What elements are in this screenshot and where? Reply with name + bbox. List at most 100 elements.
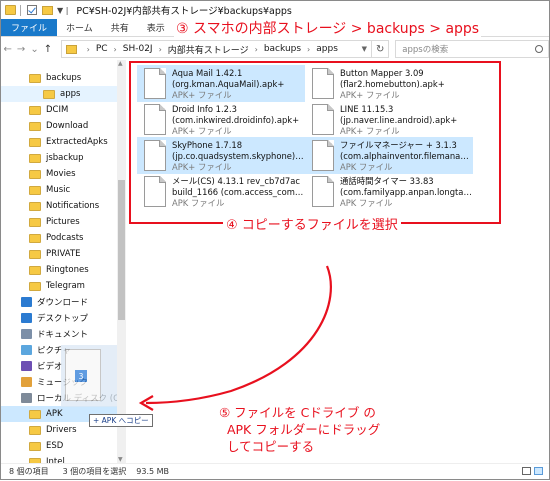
sidebar-item-podcasts[interactable]: Podcasts xyxy=(1,230,117,246)
sidebar-item-label: Ringtones xyxy=(46,265,89,275)
folder-icon xyxy=(29,425,41,435)
chevron-right-icon[interactable]: › xyxy=(87,45,90,54)
desktop-icon xyxy=(21,313,32,323)
sidebar-item-intel[interactable]: Intel xyxy=(1,454,117,463)
sidebar-item-download[interactable]: Download xyxy=(1,118,117,134)
sidebar-item-label: Notifications xyxy=(46,201,100,211)
window-title: PC¥SH-02J¥内部共有ストレージ¥backups¥apps xyxy=(76,6,292,17)
sidebar-item-movies[interactable]: Movies xyxy=(1,166,117,182)
address-bar[interactable]: › PC › SH-02J › 内部共有ストレージ › backups › ap… xyxy=(60,40,373,58)
search-placeholder: appsの検索 xyxy=(402,45,449,55)
chevron-right-icon[interactable]: › xyxy=(255,45,258,54)
view-buttons xyxy=(522,467,543,475)
up-arrow-icon[interactable]: ↑ xyxy=(41,44,54,55)
forward-arrow-icon[interactable]: → xyxy=(14,44,27,55)
crumb-backups[interactable]: backups xyxy=(264,44,301,54)
quick-access-dropdown[interactable]: ▼ | xyxy=(57,6,68,15)
tab-file[interactable]: ファイル xyxy=(1,19,58,36)
sidebar-item-label: APK xyxy=(46,409,63,419)
sidebar-item-label: Download xyxy=(46,121,89,131)
chevron-right-icon[interactable]: › xyxy=(159,45,162,54)
sidebar-item-extractedapks[interactable]: ExtractedApks xyxy=(1,134,117,150)
address-row: ← → ⌄ ↑ › PC › SH-02J › 内部共有ストレージ › back… xyxy=(1,38,550,60)
drag-tooltip: + APK へコピー xyxy=(89,414,153,427)
video-icon xyxy=(21,361,32,371)
recent-dropdown-icon[interactable]: ⌄ xyxy=(28,44,41,55)
sidebar-item-label: Music xyxy=(46,185,71,195)
folder-icon xyxy=(29,185,41,195)
title-bar: ▼ | PC¥SH-02J¥内部共有ストレージ¥backups¥apps xyxy=(1,1,549,19)
scroll-thumb[interactable] xyxy=(118,180,125,320)
sidebar-item-pictures[interactable]: Pictures xyxy=(1,214,117,230)
folder-icon xyxy=(43,89,55,99)
selection-count: 3 個の項目を選択 xyxy=(62,467,127,476)
details-view-icon[interactable] xyxy=(522,467,531,475)
annotation-step3: ③ スマホの内部ストレージ > backups > apps xyxy=(174,18,482,38)
chevron-down-icon[interactable]: ▼ xyxy=(362,45,367,53)
sidebar-item-label: ExtractedApks xyxy=(46,137,108,147)
folder-icon xyxy=(29,153,41,163)
sidebar-item-notifications[interactable]: Notifications xyxy=(1,198,117,214)
folder-icon xyxy=(29,137,41,147)
sidebar-item-label: backups xyxy=(46,73,82,83)
crumb-device[interactable]: SH-02J xyxy=(123,44,153,54)
sidebar-item-apps[interactable]: apps xyxy=(1,86,117,102)
nav-scrollbar[interactable]: ▲ ▼ xyxy=(117,60,126,463)
scroll-down-icon[interactable]: ▼ xyxy=(118,456,123,463)
sidebar-item-backups[interactable]: backups xyxy=(1,70,117,86)
sidebar-item-telegram[interactable]: Telegram xyxy=(1,278,117,294)
search-input[interactable]: appsの検索 xyxy=(395,40,550,58)
folder-icon xyxy=(29,281,41,291)
selection-highlight-box xyxy=(129,61,501,224)
sidebar-item-label: Drivers xyxy=(46,425,77,435)
folder-icon xyxy=(29,217,41,227)
crumb-pc[interactable]: PC xyxy=(96,44,108,54)
sidebar-item-[interactable]: デスクトップ xyxy=(1,310,117,326)
sidebar-item-label: ドキュメント xyxy=(37,330,89,340)
sidebar-item-label: PRIVATE xyxy=(46,249,81,259)
sidebar-item-ringtones[interactable]: Ringtones xyxy=(1,262,117,278)
sidebar-item-label: Movies xyxy=(46,169,76,179)
sidebar-item-[interactable]: ドキュメント xyxy=(1,326,117,342)
download-icon xyxy=(21,297,32,307)
sidebar-item-label: Telegram xyxy=(46,281,85,291)
annotation-step5: ⑤ ファイルを Cドライブ の APK フォルダーにドラッグ してコピーする xyxy=(219,405,381,454)
folder-icon xyxy=(29,169,41,179)
sidebar-item-label: jsbackup xyxy=(46,153,84,163)
sidebar-item-label: Podcasts xyxy=(46,233,84,243)
new-folder-icon[interactable] xyxy=(42,5,53,15)
properties-icon[interactable] xyxy=(27,5,37,15)
tab-share[interactable]: 共有 xyxy=(102,19,138,36)
tab-home[interactable]: ホーム xyxy=(57,19,102,36)
back-arrow-icon[interactable]: ← xyxy=(1,44,14,55)
music-icon xyxy=(21,377,32,387)
folder-icon xyxy=(29,73,41,83)
sidebar-item-label: Pictures xyxy=(46,217,80,227)
sidebar-item-label: デスクトップ xyxy=(37,314,89,324)
folder-icon xyxy=(29,409,41,419)
explorer-window: ▼ | PC¥SH-02J¥内部共有ストレージ¥backups¥apps ファイ… xyxy=(0,0,550,480)
sidebar-item-private[interactable]: PRIVATE xyxy=(1,246,117,262)
tiles-view-icon[interactable] xyxy=(534,467,543,475)
chevron-right-icon[interactable]: › xyxy=(114,45,117,54)
sidebar-item-music[interactable]: Music xyxy=(1,182,117,198)
crumb-storage[interactable]: 内部共有ストレージ xyxy=(168,43,249,56)
sidebar-item-esd[interactable]: ESD xyxy=(1,438,117,454)
sidebar-item-jsbackup[interactable]: jsbackup xyxy=(1,150,117,166)
chevron-right-icon[interactable]: › xyxy=(307,45,310,54)
sidebar-item-label: ビデオ xyxy=(37,362,63,372)
explorer-icon xyxy=(5,5,16,15)
sidebar-item-label: ダウンロード xyxy=(37,298,89,308)
sidebar-item-dcim[interactable]: DCIM xyxy=(1,102,117,118)
status-bar: 8 個の項目 3 個の項目を選択 93.5 MB xyxy=(1,463,549,479)
sidebar-item-[interactable]: ダウンロード xyxy=(1,294,117,310)
sidebar-item-label: ESD xyxy=(46,441,64,451)
folder-icon xyxy=(65,44,77,54)
crumb-apps[interactable]: apps xyxy=(316,44,338,54)
refresh-button[interactable]: ↻ xyxy=(372,40,390,58)
drive-icon xyxy=(21,393,32,403)
tab-view[interactable]: 表示 xyxy=(138,19,174,36)
folder-icon xyxy=(29,249,41,259)
scroll-up-icon[interactable]: ▲ xyxy=(118,60,123,67)
selection-size: 93.5 MB xyxy=(136,467,170,476)
